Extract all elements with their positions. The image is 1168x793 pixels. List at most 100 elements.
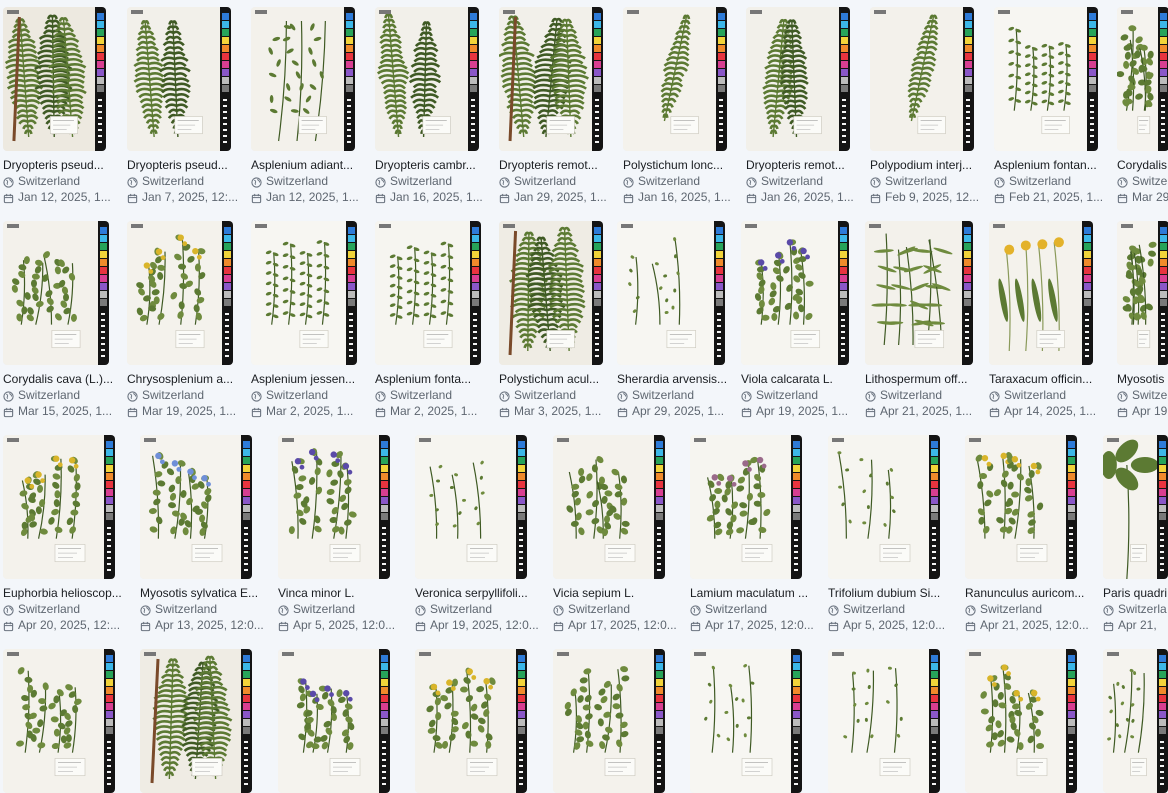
- specimen-thumbnail[interactable]: [690, 435, 802, 579]
- observation-card[interactable]: Trifolium dubium Si... Switzerland Apr 5, …: [828, 435, 964, 633]
- species-name[interactable]: Paris quadri: [1103, 585, 1168, 601]
- observation-card[interactable]: Euphorbia helioscop... Switzerland Apr 20,…: [3, 435, 139, 633]
- observation-card[interactable]: [140, 649, 276, 793]
- specimen-thumbnail[interactable]: [127, 7, 231, 151]
- species-name[interactable]: Asplenium fonta...: [375, 371, 499, 387]
- specimen-thumbnail[interactable]: [690, 649, 802, 793]
- observation-card[interactable]: Lithospermum off... Switzerland Apr 21, 20…: [865, 221, 989, 419]
- species-name[interactable]: Vinca minor L.: [278, 585, 414, 601]
- observation-card[interactable]: Dryopteris cambr... Switzerland Jan 16, 20…: [375, 7, 499, 205]
- observation-card[interactable]: Myosotis Switzer Apr 19: [1117, 221, 1168, 419]
- specimen-thumbnail[interactable]: [278, 435, 390, 579]
- species-name[interactable]: Chrysosplenium a...: [127, 371, 251, 387]
- species-name[interactable]: Vicia sepium L.: [553, 585, 689, 601]
- species-name[interactable]: Polypodium interj...: [870, 157, 994, 173]
- specimen-thumbnail[interactable]: [1103, 649, 1168, 793]
- species-name[interactable]: Asplenium fontan...: [994, 157, 1118, 173]
- specimen-thumbnail[interactable]: [1103, 435, 1168, 579]
- specimen-thumbnail[interactable]: [3, 435, 115, 579]
- observation-card[interactable]: Dryopteris pseud... Switzerland Jan 12, 20…: [3, 7, 127, 205]
- specimen-thumbnail[interactable]: [1117, 221, 1168, 365]
- observation-card[interactable]: Vicia sepium L. Switzerland Apr 17, 2025, …: [553, 435, 689, 633]
- species-name[interactable]: Veronica serpyllifoli...: [415, 585, 551, 601]
- observation-card[interactable]: Dryopteris remot... Switzerland Jan 29, 20…: [499, 7, 623, 205]
- species-name[interactable]: Trifolium dubium Si...: [828, 585, 964, 601]
- observation-card[interactable]: Corydalis cava (L.)... Switzerland Mar 15,…: [3, 221, 127, 419]
- specimen-thumbnail[interactable]: [140, 649, 252, 793]
- observation-card[interactable]: [965, 649, 1101, 793]
- specimen-thumbnail[interactable]: [3, 7, 106, 151]
- specimen-thumbnail[interactable]: [553, 649, 665, 793]
- specimen-thumbnail[interactable]: [870, 7, 974, 151]
- specimen-thumbnail[interactable]: [278, 649, 390, 793]
- species-name[interactable]: Sherardia arvensis...: [617, 371, 741, 387]
- observation-card[interactable]: Sherardia arvensis... Switzerland Apr 29, …: [617, 221, 741, 419]
- specimen-thumbnail[interactable]: [375, 7, 479, 151]
- species-name[interactable]: Euphorbia helioscop...: [3, 585, 139, 601]
- observation-card[interactable]: [1103, 649, 1168, 793]
- observation-card[interactable]: Polypodium interj... Switzerland Feb 9, 20…: [870, 7, 994, 205]
- species-name[interactable]: Lithospermum off...: [865, 371, 989, 387]
- observation-card[interactable]: Taraxacum officin... Switzerland Apr 14, 2…: [989, 221, 1113, 419]
- observation-card[interactable]: [690, 649, 826, 793]
- species-name[interactable]: Asplenium jessen...: [251, 371, 375, 387]
- species-name[interactable]: Dryopteris cambr...: [375, 157, 499, 173]
- specimen-thumbnail[interactable]: [965, 435, 1077, 579]
- specimen-thumbnail[interactable]: [865, 221, 973, 365]
- species-name[interactable]: Dryopteris pseud...: [127, 157, 251, 173]
- specimen-thumbnail[interactable]: [746, 7, 850, 151]
- specimen-thumbnail[interactable]: [3, 649, 115, 793]
- specimen-thumbnail[interactable]: [994, 7, 1098, 151]
- observation-card[interactable]: Asplenium fontan... Switzerland Feb 21, 20…: [994, 7, 1118, 205]
- specimen-thumbnail[interactable]: [741, 221, 849, 365]
- specimen-thumbnail[interactable]: [251, 221, 357, 365]
- observation-card[interactable]: Asplenium adiant... Switzerland Jan 12, 20…: [251, 7, 375, 205]
- species-name[interactable]: Myosotis: [1117, 371, 1168, 387]
- observation-card[interactable]: Lamium maculatum ... Switzerland Apr 17, 2…: [690, 435, 826, 633]
- specimen-thumbnail[interactable]: [127, 221, 233, 365]
- species-name[interactable]: Dryopteris pseud...: [3, 157, 127, 173]
- species-name[interactable]: Corydalis: [1117, 157, 1168, 173]
- species-name[interactable]: Polystichum lonc...: [623, 157, 747, 173]
- specimen-thumbnail[interactable]: [553, 435, 665, 579]
- specimen-thumbnail[interactable]: [1117, 7, 1168, 151]
- species-name[interactable]: Viola calcarata L.: [741, 371, 865, 387]
- species-name[interactable]: Lamium maculatum ...: [690, 585, 826, 601]
- observation-card[interactable]: Dryopteris remot... Switzerland Jan 26, 20…: [746, 7, 870, 205]
- observation-card[interactable]: [3, 649, 139, 793]
- species-name[interactable]: Polystichum acul...: [499, 371, 623, 387]
- species-name[interactable]: Dryopteris remot...: [746, 157, 870, 173]
- observation-card[interactable]: [828, 649, 964, 793]
- specimen-thumbnail[interactable]: [375, 221, 481, 365]
- observation-card[interactable]: [415, 649, 551, 793]
- species-name[interactable]: Ranunculus auricom...: [965, 585, 1101, 601]
- observation-card[interactable]: Asplenium fonta... Switzerland Mar 2, 2025…: [375, 221, 499, 419]
- specimen-thumbnail[interactable]: [3, 221, 109, 365]
- specimen-thumbnail[interactable]: [140, 435, 252, 579]
- specimen-thumbnail[interactable]: [965, 649, 1077, 793]
- observation-card[interactable]: Paris quadri Switzerla Apr 21,: [1103, 435, 1168, 633]
- species-name[interactable]: Taraxacum officin...: [989, 371, 1113, 387]
- specimen-thumbnail[interactable]: [989, 221, 1093, 365]
- specimen-thumbnail[interactable]: [623, 7, 727, 151]
- observation-card[interactable]: Myosotis sylvatica E... Switzerland Apr 13…: [140, 435, 276, 633]
- observation-card[interactable]: Polystichum acul... Switzerland Mar 3, 202…: [499, 221, 623, 419]
- observation-card[interactable]: [278, 649, 414, 793]
- specimen-thumbnail[interactable]: [251, 7, 355, 151]
- specimen-thumbnail[interactable]: [617, 221, 725, 365]
- species-name[interactable]: Asplenium adiant...: [251, 157, 375, 173]
- species-name[interactable]: Myosotis sylvatica E...: [140, 585, 276, 601]
- specimen-thumbnail[interactable]: [415, 435, 527, 579]
- observation-card[interactable]: [553, 649, 689, 793]
- observation-card[interactable]: Vinca minor L. Switzerland Apr 5, 2025, 12…: [278, 435, 414, 633]
- observation-card[interactable]: Veronica serpyllifoli... Switzerland Apr 1…: [415, 435, 551, 633]
- specimen-thumbnail[interactable]: [828, 649, 940, 793]
- observation-card[interactable]: Corydalis Switzer Mar 29: [1117, 7, 1168, 205]
- observation-card[interactable]: Polystichum lonc... Switzerland Jan 16, 20…: [623, 7, 747, 205]
- specimen-thumbnail[interactable]: [499, 221, 603, 365]
- species-name[interactable]: Corydalis cava (L.)...: [3, 371, 127, 387]
- observation-card[interactable]: Dryopteris pseud... Switzerland Jan 7, 202…: [127, 7, 251, 205]
- specimen-thumbnail[interactable]: [415, 649, 527, 793]
- observation-card[interactable]: Ranunculus auricom... Switzerland Apr 21, …: [965, 435, 1101, 633]
- specimen-thumbnail[interactable]: [828, 435, 940, 579]
